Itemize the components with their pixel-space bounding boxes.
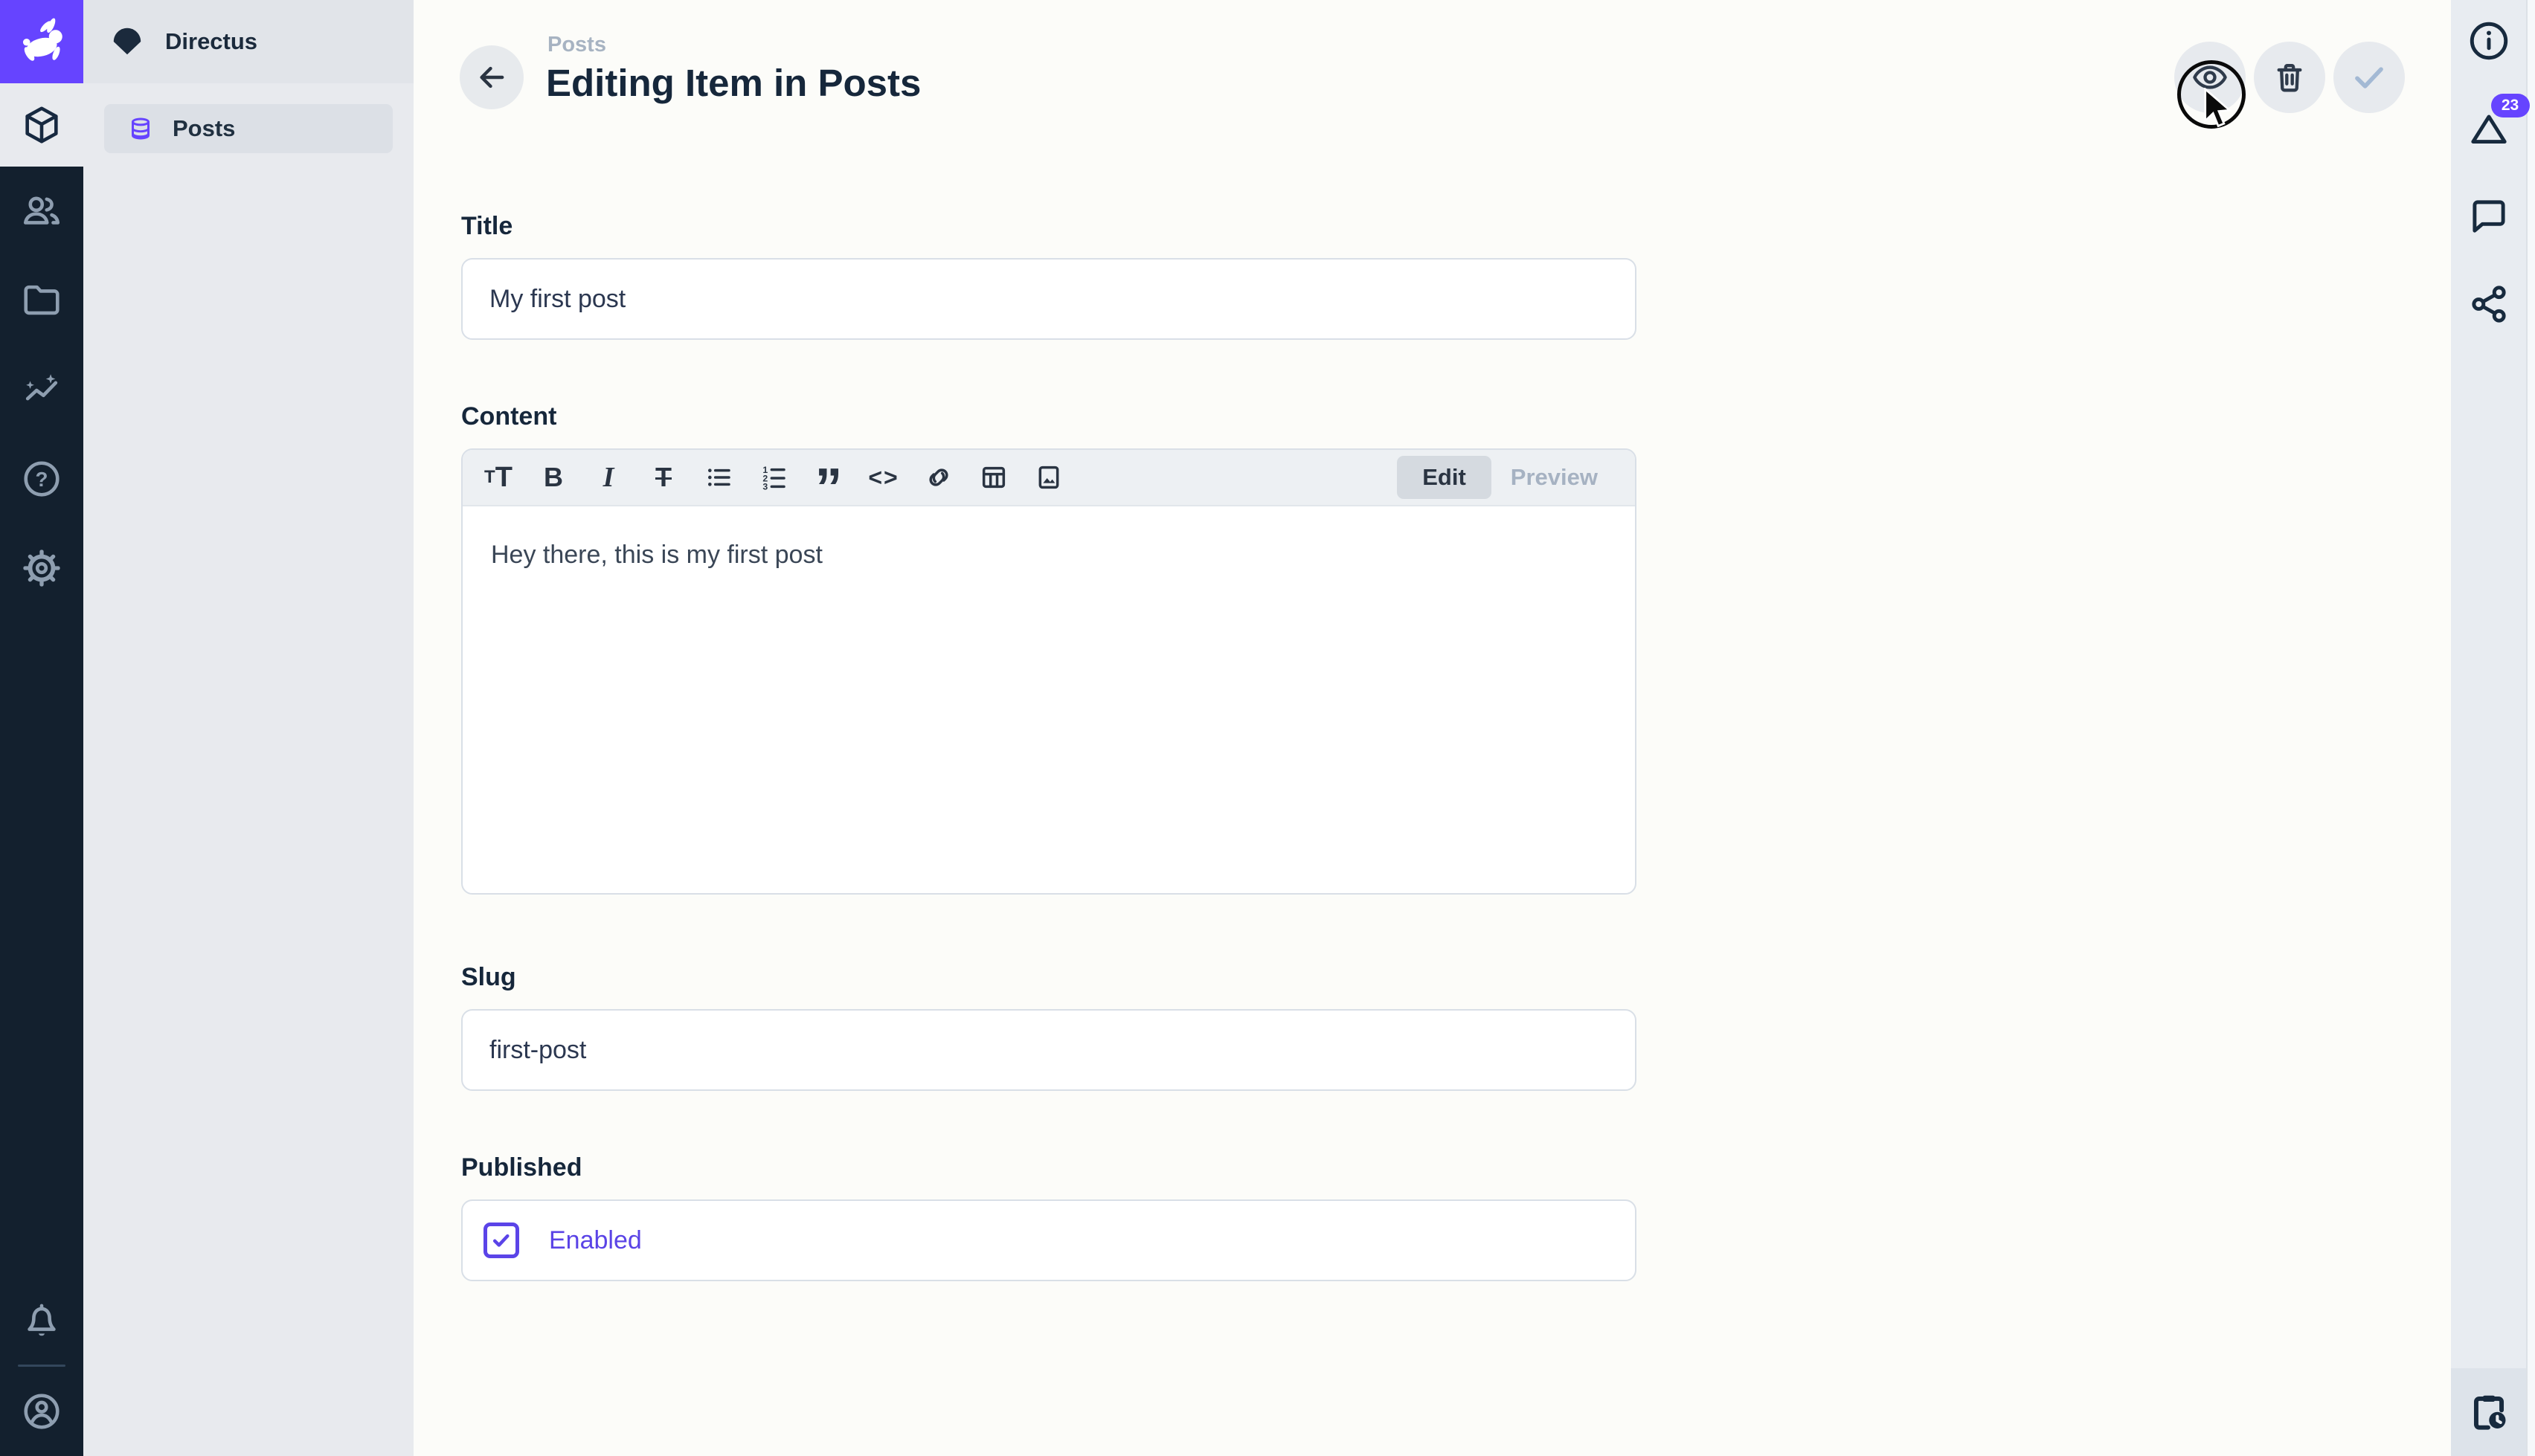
- nav-item-label: Posts: [173, 115, 235, 142]
- trash-icon: [2270, 58, 2309, 97]
- notifications-button[interactable]: [0, 1275, 83, 1365]
- directus-rabbit-icon: [15, 15, 68, 68]
- content-editor: 1 2 3: [461, 448, 1636, 895]
- comments-sidebar-button[interactable]: [2466, 193, 2512, 239]
- module-insights[interactable]: [0, 345, 83, 434]
- gear-icon: [20, 547, 63, 590]
- scrollbar-track[interactable]: [2526, 0, 2535, 1456]
- revisions-badge: 23: [2491, 94, 2530, 117]
- slug-field-label: Slug: [461, 963, 1636, 993]
- bold-icon[interactable]: [536, 457, 571, 498]
- eye-icon: [2191, 58, 2229, 97]
- check-icon: [2350, 58, 2388, 97]
- info-sidebar-button[interactable]: [2466, 18, 2512, 64]
- page-title: Editing Item in Posts: [546, 61, 921, 105]
- edit-tab[interactable]: Edit: [1397, 456, 1491, 499]
- nav-item-posts[interactable]: Posts: [104, 104, 393, 153]
- code-icon[interactable]: [866, 457, 902, 498]
- help-icon: ?: [20, 457, 63, 500]
- ordered-list-icon[interactable]: 1 2 3: [756, 457, 791, 498]
- nav-sidebar: Directus Posts: [83, 0, 414, 1456]
- preview-item-button[interactable]: [2174, 42, 2246, 113]
- blockquote-icon[interactable]: [811, 457, 846, 498]
- published-field-label: Published: [461, 1153, 1636, 1183]
- header-actions: [2174, 42, 2405, 113]
- svg-text:?: ?: [36, 468, 48, 491]
- published-checkbox[interactable]: [483, 1223, 519, 1258]
- back-button[interactable]: [460, 45, 524, 109]
- directus-logo-tile[interactable]: [0, 0, 83, 83]
- content-textarea[interactable]: Hey there, this is my first post: [463, 506, 1635, 893]
- published-checkbox-label[interactable]: Enabled: [549, 1226, 642, 1255]
- comment-icon: [2466, 193, 2512, 239]
- main-content: Posts Editing Item in Posts T: [414, 0, 2451, 1456]
- clipboard-clock-icon: [2466, 1389, 2512, 1435]
- insights-chart-icon: [20, 368, 63, 411]
- module-files[interactable]: [0, 256, 83, 345]
- bullet-list-icon[interactable]: [701, 457, 736, 498]
- avatar-icon: [20, 1390, 63, 1433]
- project-name: Directus: [165, 28, 257, 55]
- module-settings[interactable]: [0, 524, 83, 613]
- editor-toolbar: 1 2 3: [463, 450, 1635, 506]
- module-users[interactable]: [0, 167, 83, 256]
- account-button[interactable]: [0, 1367, 83, 1456]
- item-form: Title Content 1: [461, 212, 1636, 1281]
- preview-tab[interactable]: Preview: [1491, 456, 1617, 499]
- delete-item-button[interactable]: [2254, 42, 2325, 113]
- bell-icon: [20, 1298, 63, 1341]
- link-icon[interactable]: [921, 457, 957, 498]
- module-help[interactable]: ?: [0, 434, 83, 524]
- save-button[interactable]: [2333, 42, 2405, 113]
- title-input[interactable]: [461, 258, 1636, 340]
- italic-icon[interactable]: [591, 457, 626, 498]
- info-icon: [2466, 18, 2512, 64]
- activity-toggle[interactable]: [2451, 1368, 2526, 1456]
- heading-icon[interactable]: [481, 457, 516, 498]
- folder-icon: [20, 279, 63, 322]
- svg-text:3: 3: [762, 482, 768, 492]
- image-icon[interactable]: [1031, 457, 1067, 498]
- checkbox-check-icon: [489, 1228, 513, 1252]
- revisions-sidebar-button[interactable]: 23: [2466, 106, 2512, 152]
- title-field-label: Title: [461, 212, 1636, 242]
- arrow-left-icon: [475, 60, 509, 94]
- slug-input[interactable]: [461, 1009, 1636, 1091]
- module-bar-bottom: [0, 1266, 83, 1456]
- nav-body: Posts: [83, 83, 414, 153]
- strikethrough-icon[interactable]: [646, 457, 681, 498]
- breadcrumb[interactable]: Posts: [547, 33, 606, 57]
- cube-icon: [20, 103, 63, 146]
- table-icon[interactable]: [976, 457, 1012, 498]
- project-fan-icon: [110, 25, 144, 59]
- right-sidebar: 23: [2451, 0, 2526, 1456]
- users-icon: [20, 190, 63, 233]
- module-collections-active[interactable]: [0, 83, 83, 167]
- share-sidebar-button[interactable]: [2466, 281, 2512, 327]
- module-bar: ?: [0, 0, 83, 1456]
- database-icon: [128, 116, 153, 141]
- content-field-label: Content: [461, 402, 1636, 432]
- editor-mode-switch: Edit Preview: [1397, 456, 1617, 499]
- published-field: Enabled: [461, 1199, 1636, 1281]
- project-header[interactable]: Directus: [83, 0, 414, 83]
- share-icon: [2466, 281, 2512, 327]
